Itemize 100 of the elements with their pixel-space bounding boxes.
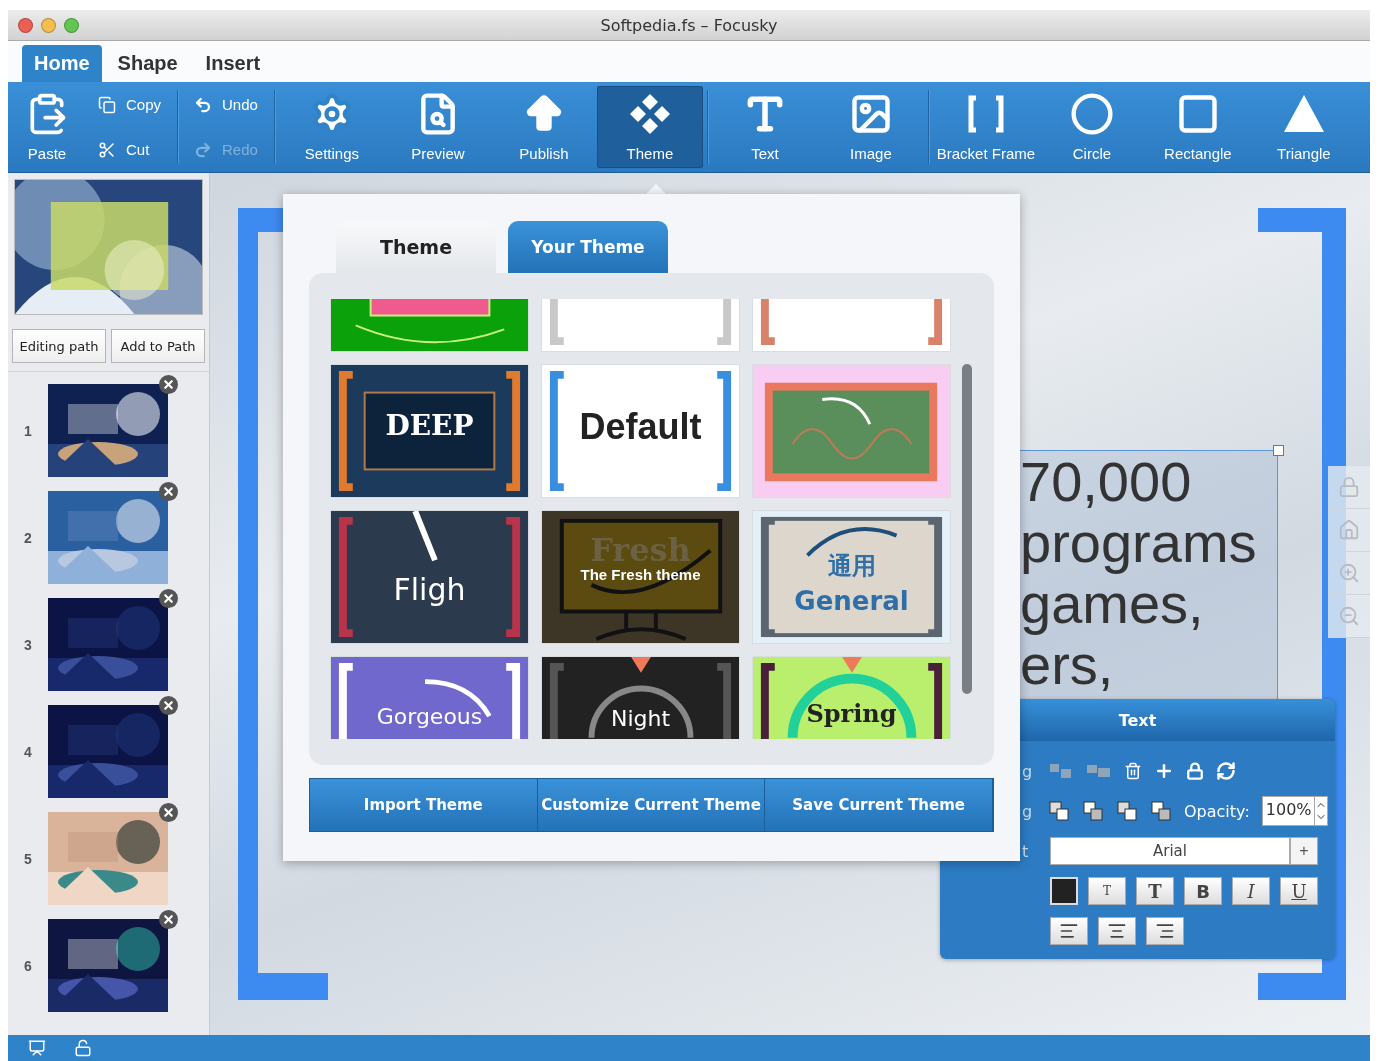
- layer-order-icon[interactable]: [1150, 800, 1172, 822]
- presentation-icon[interactable]: [28, 1039, 46, 1057]
- plus-icon[interactable]: [1154, 761, 1174, 781]
- slide-text: ers,: [1020, 634, 1114, 695]
- theme-tile[interactable]: DEEP: [330, 364, 529, 498]
- theme-subtitle: 通用: [827, 553, 876, 580]
- window-title: Softpedia.fs – Focusky: [599, 15, 779, 35]
- lock-icon: [1338, 476, 1360, 498]
- redo-icon: [194, 140, 213, 159]
- theme-title: Spring: [806, 701, 897, 728]
- marker-drawing: [631, 657, 651, 673]
- theme-title: Fligh: [393, 573, 466, 606]
- text-button[interactable]: Text: [711, 86, 818, 168]
- theme-tile[interactable]: Gorgeous: [330, 656, 529, 739]
- minimize-button[interactable]: [41, 17, 56, 33]
- theme-tile[interactable]: [752, 364, 951, 498]
- panel-title: Text: [1118, 710, 1157, 730]
- zoom-out-icon: [1338, 605, 1360, 627]
- field-label: g: [1022, 761, 1033, 781]
- close-icon[interactable]: [159, 910, 178, 929]
- bracket-button[interactable]: Bracket Frame: [932, 86, 1039, 168]
- theme-action-button[interactable]: Save Current Theme: [765, 779, 993, 831]
- theme-tile[interactable]: Fligh: [330, 510, 529, 644]
- refresh-icon[interactable]: [1216, 761, 1236, 781]
- add-font-button[interactable]: +: [1290, 837, 1318, 865]
- slide-text: games,: [1020, 573, 1204, 634]
- path-button[interactable]: Add to Path: [111, 329, 205, 363]
- undo-button[interactable]: Undo: [190, 93, 262, 116]
- align-left-icon: [1059, 921, 1079, 941]
- bold-text-button[interactable]: B: [1184, 877, 1222, 905]
- theme-tile[interactable]: Spring: [752, 656, 951, 739]
- cut-button[interactable]: Cut: [94, 138, 166, 161]
- theme-tab[interactable]: Your Theme: [508, 221, 668, 273]
- theme-action-button[interactable]: Import Theme: [310, 779, 538, 831]
- path-button[interactable]: Editing path: [12, 329, 106, 363]
- theme-tile[interactable]: 通用 General: [752, 510, 951, 644]
- circle-button[interactable]: Circle: [1038, 86, 1145, 168]
- align-right-button[interactable]: [1146, 917, 1184, 945]
- marker-drawing: [842, 657, 862, 673]
- resize-handle[interactable]: [1273, 445, 1284, 456]
- rectangle-button[interactable]: Rectangle: [1144, 86, 1251, 168]
- slide-text: 70,000: [1020, 451, 1193, 512]
- close-icon[interactable]: [159, 589, 178, 608]
- close-icon[interactable]: [159, 375, 178, 394]
- unlock-icon[interactable]: [74, 1039, 92, 1057]
- circle-icon: [1069, 92, 1114, 136]
- align-right-icon: [1155, 921, 1175, 941]
- close-button[interactable]: [18, 17, 33, 33]
- close-icon[interactable]: [159, 696, 178, 715]
- underline-text-button[interactable]: U: [1280, 877, 1318, 905]
- align-center-icon: [1107, 921, 1127, 941]
- theme-title: DEEP: [385, 411, 474, 442]
- small-text-button[interactable]: T: [1088, 877, 1126, 905]
- lock-icon[interactable]: [1186, 762, 1204, 780]
- close-icon[interactable]: [159, 803, 178, 822]
- trash-icon[interactable]: [1124, 762, 1142, 780]
- slide-number: 1: [23, 422, 33, 439]
- triangle-button[interactable]: Triangle: [1250, 86, 1357, 168]
- slide-text: programs: [1020, 512, 1257, 573]
- menu-tab[interactable]: Insert: [193, 45, 273, 82]
- field-label: g: [1022, 801, 1033, 821]
- theme-action-button[interactable]: Customize Current Theme: [537, 779, 766, 831]
- slide-number: 2: [23, 529, 33, 546]
- italic-text-button[interactable]: I: [1232, 877, 1270, 905]
- align-left-button[interactable]: [1050, 917, 1088, 945]
- zoom-in-icon: [1338, 562, 1360, 584]
- scissors-icon: [98, 140, 116, 159]
- color-swatch[interactable]: [1050, 877, 1078, 905]
- layer-order-icon[interactable]: [1116, 800, 1138, 822]
- font-field[interactable]: Arial: [1050, 837, 1290, 865]
- slide-number: 5: [23, 850, 33, 867]
- copy-icon: [98, 95, 116, 114]
- zoom-button[interactable]: [64, 17, 79, 33]
- home-icon: [1338, 519, 1360, 541]
- layer-order-icon[interactable]: [1048, 800, 1070, 822]
- layer-order-icon[interactable]: [1082, 800, 1104, 822]
- theme-tile[interactable]: Default: [541, 364, 740, 498]
- publish-button[interactable]: Publish: [490, 86, 597, 168]
- theme-title: General: [794, 587, 909, 616]
- paste-button[interactable]: Paste: [8, 86, 86, 168]
- field-label: t: [1022, 841, 1029, 861]
- menu-tab[interactable]: Home: [22, 45, 102, 82]
- align-center-button[interactable]: [1098, 917, 1136, 945]
- theme-subtitle: The Fresh theme: [580, 567, 701, 584]
- theme-tile[interactable]: Night: [541, 656, 740, 739]
- opacity-label: Opacity:: [1184, 801, 1250, 821]
- menu-tab[interactable]: Shape: [105, 45, 190, 82]
- theme-title: Night: [610, 707, 671, 732]
- theme-button[interactable]: Theme: [596, 86, 703, 168]
- slide-number: 6: [23, 957, 33, 974]
- theme-tab[interactable]: Theme: [336, 221, 496, 273]
- copy-button[interactable]: Copy: [94, 93, 166, 116]
- settings-button[interactable]: Settings: [278, 86, 385, 168]
- opacity-field[interactable]: 100%: [1261, 796, 1328, 826]
- theme-title: Gorgeous: [376, 705, 483, 730]
- preview-button[interactable]: Preview: [384, 86, 491, 168]
- image-button[interactable]: Image: [817, 86, 924, 168]
- scrollbar[interactable]: [962, 364, 972, 694]
- large-text-button[interactable]: T: [1136, 877, 1174, 905]
- close-icon[interactable]: [159, 482, 178, 501]
